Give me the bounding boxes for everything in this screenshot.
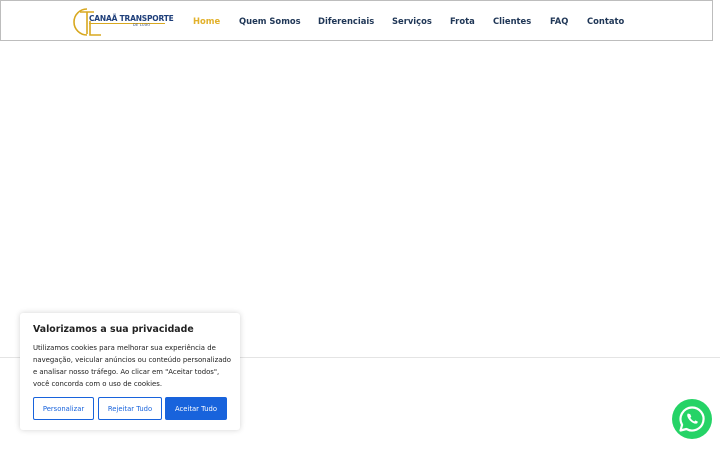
nav-item-faq[interactable]: FAQ [550,16,568,26]
cookie-title: Valorizamos a sua privacidade [33,324,194,335]
site-header: CANAÃ TRANSPORTE DE LUXO Home Quem Somos… [0,0,713,41]
nav-item-diferenciais[interactable]: Diferenciais [318,16,374,26]
nav-item-quem-somos[interactable]: Quem Somos [239,16,301,26]
accept-all-button[interactable]: Aceitar Tudo [165,397,227,420]
cookie-consent-banner: Valorizamos a sua privacidade Utilizamos… [20,313,240,430]
logo-tagline: DE LUXO [133,22,151,27]
nav-item-servicos[interactable]: Serviços [392,16,432,26]
nav-item-contato[interactable]: Contato [587,16,624,26]
logo-underline [89,23,165,24]
customize-button[interactable]: Personalizar [33,397,94,420]
nav-item-clientes[interactable]: Clientes [493,16,531,26]
logo-name: CANAÃ TRANSPORTE [89,14,174,23]
cookie-text: Utilizamos cookies para melhorar sua exp… [33,344,232,388]
nav-item-home[interactable]: Home [193,16,220,26]
whatsapp-button[interactable] [672,399,712,439]
nav-item-frota[interactable]: Frota [450,16,475,26]
reject-all-button[interactable]: Rejeitar Tudo [98,397,162,420]
whatsapp-icon [679,406,705,432]
